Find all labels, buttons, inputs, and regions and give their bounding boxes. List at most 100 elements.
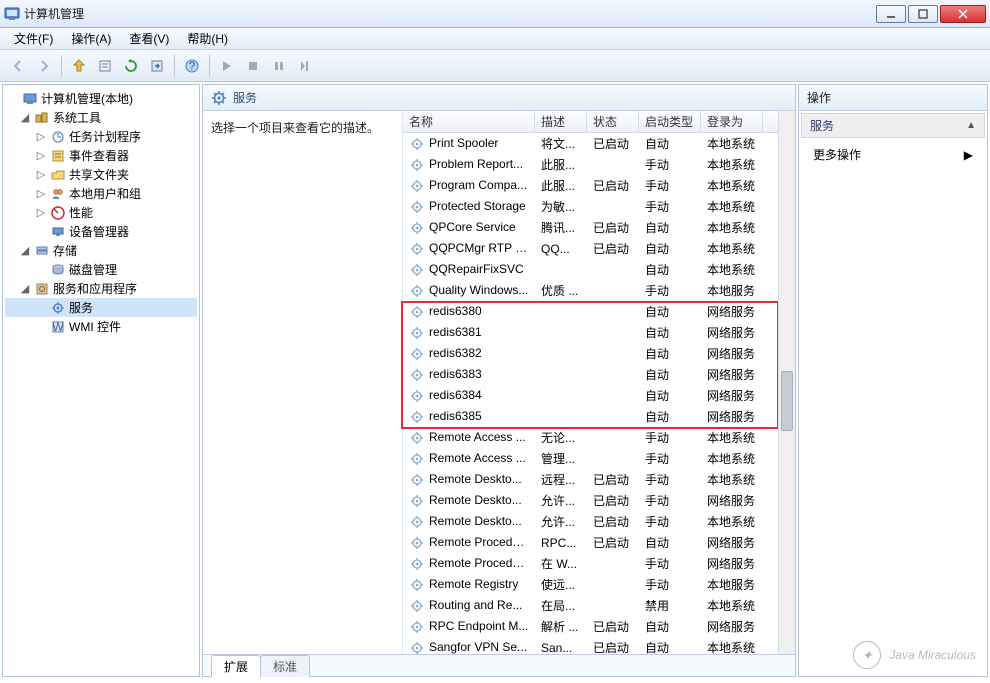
- close-button[interactable]: [940, 5, 986, 23]
- service-row[interactable]: redis6381自动网络服务: [403, 322, 795, 343]
- service-row[interactable]: Protected Storage为敏...手动本地系统: [403, 196, 795, 217]
- menu-action[interactable]: 操作(A): [63, 28, 119, 49]
- service-row[interactable]: Remote Procedu...RPC...已启动自动网络服务: [403, 532, 795, 553]
- service-row[interactable]: redis6384自动网络服务: [403, 385, 795, 406]
- nav-back-button[interactable]: [6, 54, 30, 78]
- service-row[interactable]: QQPCMgr RTP S...QQ...已启动自动本地系统: [403, 238, 795, 259]
- svc-desc: 允许...: [535, 511, 587, 532]
- service-row[interactable]: Remote Procedu...在 W...手动网络服务: [403, 553, 795, 574]
- svc-startup: 自动: [639, 217, 701, 238]
- col-state[interactable]: 状态: [587, 111, 639, 132]
- service-row[interactable]: redis6383自动网络服务: [403, 364, 795, 385]
- service-row[interactable]: Remote Access ...管理...手动本地系统: [403, 448, 795, 469]
- svc-login: 本地系统: [701, 469, 763, 490]
- service-row[interactable]: Remote Deskto...允许...已启动手动本地系统: [403, 511, 795, 532]
- tab-extended[interactable]: 扩展: [211, 655, 261, 677]
- svc-state: [587, 457, 639, 461]
- scroll-thumb[interactable]: [781, 371, 793, 431]
- refresh-button[interactable]: [119, 54, 143, 78]
- tree-services[interactable]: 服务: [5, 298, 197, 317]
- service-row[interactable]: Problem Report...此服...手动本地系统: [403, 154, 795, 175]
- tree-local-users[interactable]: ▷本地用户和组: [5, 184, 197, 203]
- menu-file[interactable]: 文件(F): [6, 28, 61, 49]
- play-button[interactable]: [215, 54, 239, 78]
- export-button[interactable]: [145, 54, 169, 78]
- service-row[interactable]: QPCore Service腾讯...已启动自动本地系统: [403, 217, 795, 238]
- actions-header: 操作: [799, 85, 987, 111]
- actions-group[interactable]: 服务 ▲: [801, 113, 985, 138]
- restart-button[interactable]: [293, 54, 317, 78]
- svc-state: 已启动: [587, 616, 639, 637]
- col-login[interactable]: 登录为: [701, 111, 763, 132]
- center-title: 服务: [233, 89, 257, 106]
- service-row[interactable]: RPC Endpoint M...解析 ...已启动自动网络服务: [403, 616, 795, 637]
- help-button[interactable]: ?: [180, 54, 204, 78]
- tree-services-apps[interactable]: ◢服务和应用程序: [5, 279, 197, 298]
- service-row[interactable]: redis6385自动网络服务: [403, 406, 795, 427]
- tree-performance[interactable]: ▷性能: [5, 203, 197, 222]
- svc-login: 本地系统: [701, 175, 763, 196]
- service-list[interactable]: 名称 描述 状态 启动类型 登录为 Print Spooler将文...已启动自…: [403, 111, 795, 654]
- gear-icon: [409, 367, 425, 383]
- svc-desc: [535, 352, 587, 356]
- service-row[interactable]: Remote Deskto...允许...已启动手动网络服务: [403, 490, 795, 511]
- stop-button[interactable]: [241, 54, 265, 78]
- svc-state: [587, 562, 639, 566]
- svc-state: [587, 352, 639, 356]
- service-row[interactable]: Program Compa...此服...已启动手动本地系统: [403, 175, 795, 196]
- svc-state: [587, 310, 639, 314]
- tree-system-tools[interactable]: ◢系统工具: [5, 108, 197, 127]
- tree-disk-mgmt[interactable]: 磁盘管理: [5, 260, 197, 279]
- svc-login: 网络服务: [701, 343, 763, 364]
- tree-label: WMI 控件: [69, 318, 121, 335]
- svc-desc: [535, 268, 587, 272]
- up-button[interactable]: [67, 54, 91, 78]
- svc-name: Remote Deskto...: [429, 493, 522, 507]
- pause-button[interactable]: [267, 54, 291, 78]
- tree-task-scheduler[interactable]: ▷任务计划程序: [5, 127, 197, 146]
- service-row[interactable]: redis6380自动网络服务: [403, 301, 795, 322]
- service-row[interactable]: Routing and Re...在局...禁用本地系统: [403, 595, 795, 616]
- svc-login: 网络服务: [701, 364, 763, 385]
- tree-wmi[interactable]: WWMI 控件: [5, 317, 197, 336]
- tree-root[interactable]: 计算机管理(本地): [5, 89, 197, 108]
- tree-label: 磁盘管理: [69, 261, 117, 278]
- tree-storage[interactable]: ◢存储: [5, 241, 197, 260]
- service-row[interactable]: Print Spooler将文...已启动自动本地系统: [403, 133, 795, 154]
- properties-button[interactable]: [93, 54, 117, 78]
- svc-startup: 手动: [639, 448, 701, 469]
- service-row[interactable]: Quality Windows...优质 ...手动本地服务: [403, 280, 795, 301]
- actions-more[interactable]: 更多操作 ▶: [799, 140, 987, 169]
- svc-name: Remote Deskto...: [429, 472, 522, 486]
- service-row[interactable]: Sangfor VPN Se...San...已启动自动本地系统: [403, 637, 795, 654]
- gear-icon: [409, 283, 425, 299]
- tab-standard[interactable]: 标准: [260, 655, 310, 677]
- tree-event-viewer[interactable]: ▷事件查看器: [5, 146, 197, 165]
- service-row[interactable]: Remote Access ...无论...手动本地系统: [403, 427, 795, 448]
- nav-forward-button[interactable]: [32, 54, 56, 78]
- svc-name: Remote Access ...: [429, 430, 526, 444]
- tree-shared-folders[interactable]: ▷共享文件夹: [5, 165, 197, 184]
- service-row[interactable]: QQRepairFixSVC自动本地系统: [403, 259, 795, 280]
- col-desc[interactable]: 描述: [535, 111, 587, 132]
- gear-icon: [409, 157, 425, 173]
- svc-desc: QQ...: [535, 240, 587, 258]
- minimize-button[interactable]: [876, 5, 906, 23]
- gear-icon: [409, 409, 425, 425]
- menu-help[interactable]: 帮助(H): [179, 28, 236, 49]
- svc-login: 本地服务: [701, 574, 763, 595]
- tree-pane[interactable]: 计算机管理(本地) ◢系统工具 ▷任务计划程序 ▷事件查看器 ▷共享文件夹 ▷本…: [2, 84, 200, 677]
- menu-view[interactable]: 查看(V): [121, 28, 177, 49]
- col-name[interactable]: 名称: [403, 111, 535, 132]
- service-row[interactable]: Remote Deskto...远程...已启动手动本地系统: [403, 469, 795, 490]
- service-row[interactable]: redis6382自动网络服务: [403, 343, 795, 364]
- svc-name: Problem Report...: [429, 157, 523, 171]
- tree-device-manager[interactable]: 设备管理器: [5, 222, 197, 241]
- scrollbar[interactable]: [778, 111, 795, 654]
- list-body[interactable]: Print Spooler将文...已启动自动本地系统Problem Repor…: [403, 133, 795, 654]
- service-row[interactable]: Remote Registry使远...手动本地服务: [403, 574, 795, 595]
- col-startup[interactable]: 启动类型: [639, 111, 701, 132]
- maximize-button[interactable]: [908, 5, 938, 23]
- bottom-tabs: 扩展 标准: [203, 654, 795, 676]
- svc-desc: [535, 394, 587, 398]
